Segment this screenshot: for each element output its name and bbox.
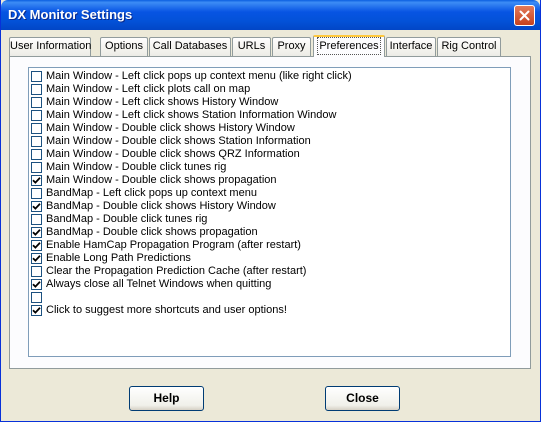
- checkbox[interactable]: [31, 136, 42, 147]
- preference-item[interactable]: BandMap - Double click shows propagation: [31, 226, 258, 239]
- preference-item[interactable]: BandMap - Double click tunes rig: [31, 213, 207, 226]
- preference-item[interactable]: Main Window - Double click tunes rig: [31, 161, 226, 174]
- tab-preferences[interactable]: Preferences: [313, 35, 385, 57]
- preference-label: Main Window - Left click pops up context…: [46, 70, 352, 82]
- tab-urls[interactable]: URLs: [232, 37, 271, 56]
- preference-label: Main Window - Left click shows History W…: [46, 96, 279, 108]
- tab-label: Call Databases: [152, 40, 228, 52]
- preference-label: Enable HamCap Propagation Program (after…: [46, 239, 301, 251]
- title-bar[interactable]: DX Monitor Settings: [1, 0, 540, 30]
- preference-item[interactable]: Main Window - Double click shows History…: [31, 122, 295, 135]
- tab-label: Options: [105, 40, 143, 52]
- preference-item[interactable]: Always close all Telnet Windows when qui…: [31, 278, 271, 291]
- checkbox[interactable]: [31, 266, 42, 277]
- checkbox[interactable]: [31, 214, 42, 225]
- checkbox[interactable]: [31, 227, 42, 238]
- help-button[interactable]: Help: [129, 386, 204, 411]
- preference-label: BandMap - Double click shows propagation: [46, 226, 258, 238]
- tab-proxy[interactable]: Proxy: [272, 37, 311, 56]
- preference-item[interactable]: BandMap - Left click pops up context men…: [31, 187, 257, 200]
- preference-item[interactable]: Main Window - Left click shows Station I…: [31, 109, 336, 122]
- checkbox[interactable]: [31, 97, 42, 108]
- checkmark-icon: [32, 203, 41, 210]
- preferences-panel: Main Window - Left click pops up context…: [9, 56, 531, 369]
- preference-label: Main Window - Left click plots call on m…: [46, 83, 251, 95]
- preference-label: Main Window - Double click shows Station…: [46, 135, 311, 147]
- tab-label: Interface: [389, 40, 433, 52]
- preference-label: Main Window - Double click tunes rig: [46, 161, 227, 173]
- checkmark-icon: [32, 242, 41, 249]
- tab-user-information[interactable]: User Information: [9, 37, 91, 56]
- checkbox[interactable]: [31, 110, 42, 121]
- checkbox[interactable]: [31, 305, 42, 316]
- preference-item[interactable]: Enable HamCap Propagation Program (after…: [31, 239, 301, 252]
- preference-item[interactable]: Click to suggest more shortcuts and user…: [31, 304, 287, 317]
- tab-label: URLs: [237, 40, 266, 52]
- checkbox[interactable]: [31, 240, 42, 251]
- checkmark-icon: [32, 255, 41, 262]
- preference-label: Always close all Telnet Windows when qui…: [46, 278, 272, 290]
- preference-item[interactable]: Clear the Propagation Prediction Cache (…: [31, 265, 306, 278]
- checkbox[interactable]: [31, 123, 42, 134]
- checkmark-icon: [32, 281, 41, 288]
- tab-label: Proxy: [277, 40, 306, 52]
- checkbox[interactable]: [31, 292, 42, 303]
- preference-item[interactable]: Main Window - Double click shows propaga…: [31, 174, 277, 187]
- tab-call-databases[interactable]: Call Databases: [149, 37, 231, 56]
- preference-label: Clear the Propagation Prediction Cache (…: [46, 265, 307, 277]
- preference-label: Main Window - Double click shows propaga…: [46, 174, 277, 186]
- window-title: DX Monitor Settings: [8, 7, 133, 22]
- checkbox[interactable]: [31, 188, 42, 199]
- preference-label: BandMap - Double click tunes rig: [46, 213, 208, 225]
- tab-label: User Information: [10, 40, 92, 52]
- preference-item[interactable]: [31, 291, 46, 304]
- preference-label: Main Window - Double click shows History…: [46, 122, 295, 134]
- checkbox[interactable]: [31, 71, 42, 82]
- tab-rig-control[interactable]: Rig Control: [437, 37, 501, 56]
- checkbox[interactable]: [31, 201, 42, 212]
- preference-label: BandMap - Left click pops up context men…: [46, 187, 257, 199]
- tab-interface[interactable]: Interface: [386, 37, 436, 56]
- preference-item[interactable]: Main Window - Left click pops up context…: [31, 70, 352, 83]
- tab-label: Preferences: [317, 37, 381, 55]
- preference-label: Click to suggest more shortcuts and user…: [46, 304, 287, 316]
- preference-item[interactable]: Main Window - Double click shows QRZ Inf…: [31, 148, 300, 161]
- settings-dialog: DX Monitor Settings User Information Opt…: [0, 0, 541, 422]
- preference-item[interactable]: Main Window - Double click shows Station…: [31, 135, 311, 148]
- preference-item[interactable]: Enable Long Path Predictions: [31, 252, 191, 265]
- tab-options[interactable]: Options: [100, 37, 148, 56]
- close-button[interactable]: Close: [325, 386, 400, 411]
- preference-label: Enable Long Path Predictions: [46, 252, 191, 264]
- close-icon: [519, 10, 530, 21]
- preference-item[interactable]: Main Window - Left click plots call on m…: [31, 83, 250, 96]
- checkmark-icon: [32, 229, 41, 236]
- preferences-checklist[interactable]: Main Window - Left click pops up context…: [28, 67, 511, 357]
- checkmark-icon: [32, 307, 41, 314]
- preference-label: Main Window - Double click shows QRZ Inf…: [46, 148, 300, 160]
- checkbox[interactable]: [31, 175, 42, 186]
- tab-label: Rig Control: [441, 40, 497, 52]
- checkbox[interactable]: [31, 149, 42, 160]
- close-window-button[interactable]: [514, 5, 535, 26]
- preference-item[interactable]: BandMap - Double click shows History Win…: [31, 200, 276, 213]
- preference-item[interactable]: Main Window - Left click shows History W…: [31, 96, 278, 109]
- checkbox[interactable]: [31, 84, 42, 95]
- preference-label: BandMap - Double click shows History Win…: [46, 200, 276, 212]
- preference-label: Main Window - Left click shows Station I…: [46, 109, 337, 121]
- checkbox[interactable]: [31, 253, 42, 264]
- checkmark-icon: [32, 177, 41, 184]
- checkbox[interactable]: [31, 279, 42, 290]
- checkbox[interactable]: [31, 162, 42, 173]
